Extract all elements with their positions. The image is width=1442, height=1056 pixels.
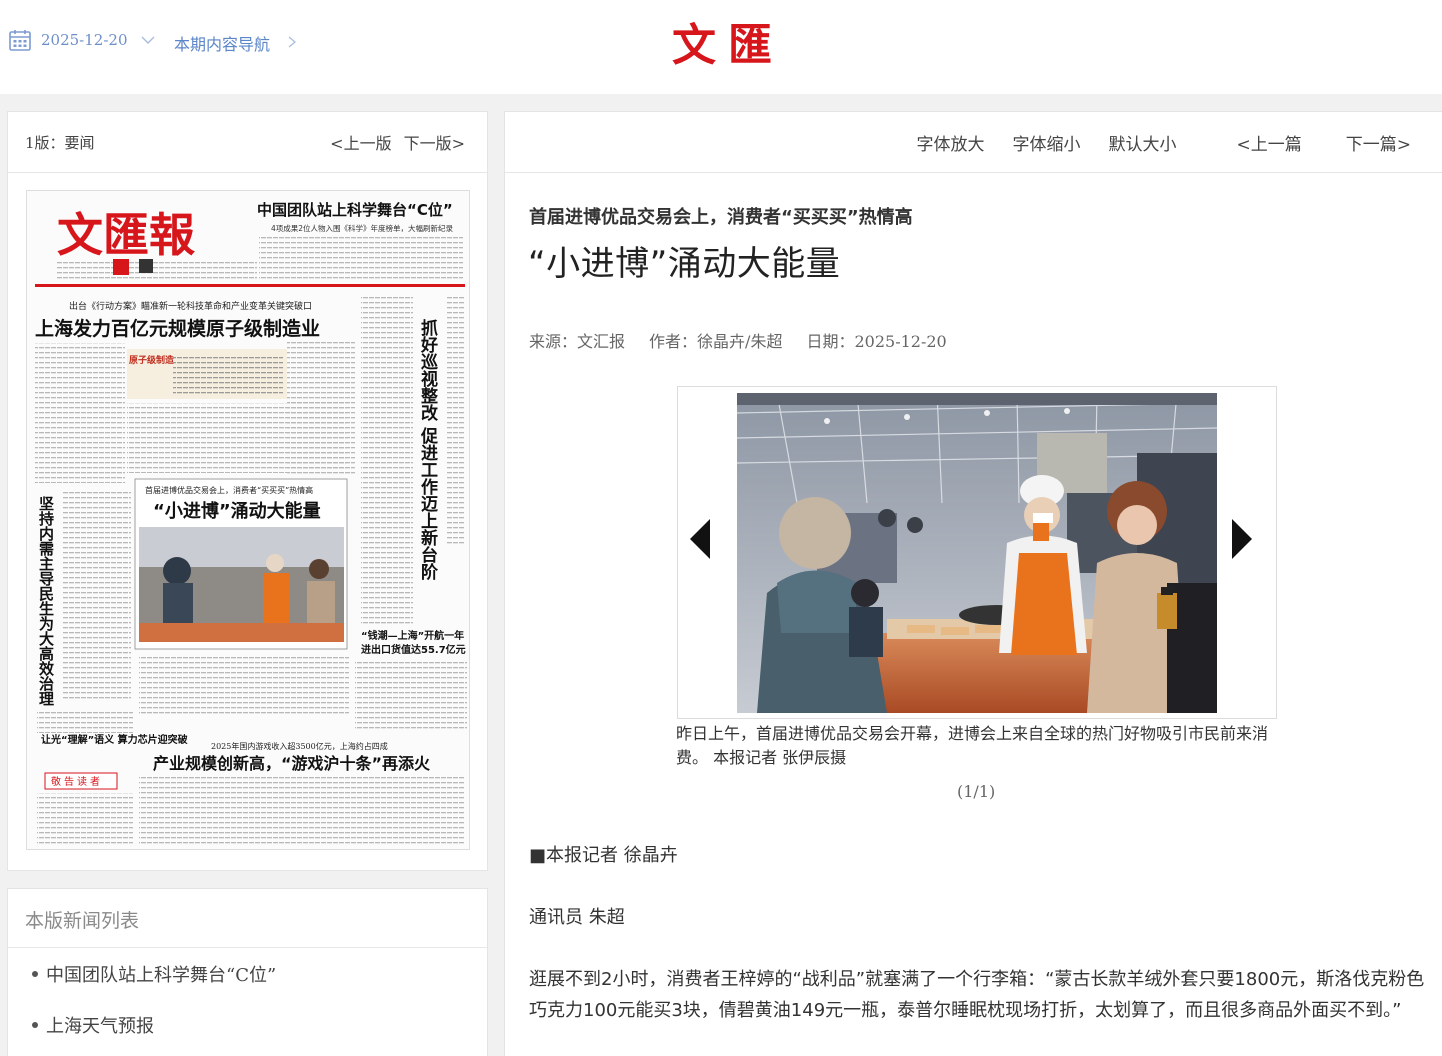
fp-inset-kicker: 首届进博优品交易会上，消费者“买买买”热情高 (145, 485, 313, 495)
news-item-label: 中国团队站上科学舞台“C位” (46, 965, 277, 986)
fp-top-sub: 4项成果2位人物入围《科学》年度榜单，大幅刷新纪录 (271, 223, 454, 233)
fp-inset-headline: “小进博”涌动大能量 (153, 500, 321, 522)
news-list-item[interactable]: 上海天气预报 (32, 1012, 154, 1038)
chevron-down-icon (141, 36, 155, 44)
fp-game-headline: 产业规模创新高，“游戏沪十条”再添火 (153, 754, 431, 773)
fp-notice: 敬告读者 (51, 775, 103, 788)
article-paragraph: ■本报记者 徐晶卉 (529, 845, 678, 866)
fp-game-kicker: 2025年国内游戏收入超3500亿元，上海约占四成 (211, 741, 388, 751)
edition-panel: 1版：要闻 <上一版 下一版> 文匯報 中国团队站上科学舞台“C位” 4项成果2… (7, 111, 488, 871)
font-default-button[interactable]: 默认大小 (1109, 130, 1177, 155)
news-list-title: 本版新闻列表 (25, 910, 140, 932)
next-article-link[interactable]: 下一篇> (1346, 130, 1411, 155)
fp-right-headline: 抓好巡视整改 促进工作迈上新台阶 (417, 318, 439, 581)
article-subtitle: 首届进博优品交易会上，消费者“买买买”热情高 (529, 207, 913, 228)
chevron-right-icon (288, 36, 296, 48)
edition-label: 1版：要闻 (25, 134, 95, 152)
issue-date: 2025-12-20 (41, 31, 128, 49)
bullet-icon (32, 1022, 38, 1028)
svg-text:文匯: 文匯 (672, 20, 784, 71)
wenhui-logo: 文匯 (672, 20, 784, 71)
font-enlarge-button[interactable]: 字体放大 (917, 130, 985, 155)
article-toolbar: 字体放大 字体缩小 默认大小 <上一篇 下一篇> (505, 112, 1442, 173)
edition-nav: <上一版 下一版> (330, 130, 465, 154)
bullet-icon (32, 971, 38, 977)
fp-small-box: 让光“理解”语义 算力芯片迎突破 (41, 733, 188, 746)
news-list-panel: 本版新闻列表 中国团队站上科学舞台“C位” 上海天气预报 (7, 888, 488, 1056)
article-photo[interactable] (737, 393, 1217, 713)
prev-article-link[interactable]: <上一篇 (1237, 130, 1302, 155)
source-label: 来源： (529, 332, 578, 351)
fp-top-headline: 中国团队站上科学舞台“C位” (257, 201, 453, 219)
next-edition-link[interactable]: 下一版> (404, 130, 465, 154)
fp-lead-headline: 上海发力百亿元规模原子级制造业 (35, 317, 320, 340)
author-value: 徐晶卉/朱超 (697, 332, 783, 351)
frontpage-layout: 文匯報 中国团队站上科学舞台“C位” 4项成果2位人物入围《科学》年度榜单，大幅… (27, 191, 469, 849)
date-label: 日期： (806, 332, 855, 351)
divider (8, 947, 487, 948)
expo-photo-illustration (737, 393, 1217, 713)
article-headline: “小进博”涌动大能量 (528, 244, 841, 284)
date-value: 2025-12-20 (854, 332, 947, 351)
arrow-left-icon[interactable] (688, 517, 714, 561)
fp-tag-atomic: 原子级制造 (129, 354, 175, 366)
font-shrink-button[interactable]: 字体缩小 (1013, 130, 1081, 155)
source-value: 文汇报 (577, 332, 626, 351)
article-panel: 字体放大 字体缩小 默认大小 <上一篇 下一篇> 首届进博优品交易会上，消费者“… (504, 111, 1442, 1056)
article-paragraph: 逛展不到2小时，消费者王梓婷的“战利品”就塞满了一个行李箱：“蒙古长款羊绒外套只… (529, 969, 1425, 1021)
article-paragraph: 通讯员 朱超 (529, 907, 625, 928)
fp-masthead: 文匯報 (57, 208, 195, 262)
edition-header: 1版：要闻 <上一版 下一版> (8, 112, 487, 173)
font-tools: 字体放大 字体缩小 默认大小 <上一篇 下一篇> (889, 130, 1412, 155)
photo-carousel (677, 386, 1277, 719)
fp-box-headline: 进出口货值达55.7亿元 (361, 643, 466, 656)
news-item-label: 上海天气预报 (46, 1016, 154, 1037)
prev-edition-link[interactable]: <上一版 (330, 130, 391, 154)
fp-box-kicker: “钱潮—上海”开航一年 (361, 629, 464, 642)
fp-lead-kicker: 出台《行动方案》瞄准新一轮科技革命和产业变革关键突破口 (69, 300, 312, 312)
date-selector[interactable]: 2025-12-20 (8, 28, 155, 52)
article-nav: <上一篇 下一篇> (1209, 130, 1412, 155)
article-meta: 来源：文汇报 作者：徐晶卉/朱超 日期：2025-12-20 (529, 328, 971, 352)
fp-left-headline: 坚持内需主导民生为大高效治理 (37, 496, 55, 706)
photo-caption: 昨日上午，首届进博优品交易会开幕，进博会上来自全球的热门好物吸引市民前来消费。 … (676, 724, 1269, 767)
top-header: 2025-12-20 本期内容导航 文匯 (0, 0, 1442, 94)
arrow-right-icon[interactable] (1228, 517, 1254, 561)
issue-nav-link[interactable]: 本期内容导航 (174, 31, 270, 55)
photo-counter: (1/1) (957, 782, 996, 801)
frontpage-image[interactable]: 文匯報 中国团队站上科学舞台“C位” 4项成果2位人物入围《科学》年度榜单，大幅… (26, 190, 470, 850)
news-list-item[interactable]: 中国团队站上科学舞台“C位” (32, 961, 276, 987)
author-label: 作者： (649, 332, 698, 351)
calendar-icon (9, 30, 31, 51)
